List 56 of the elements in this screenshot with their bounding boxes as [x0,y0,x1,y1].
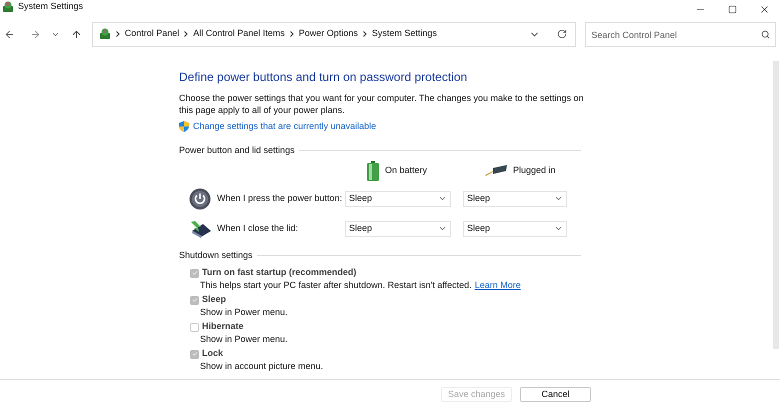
checkbox[interactable] [190,268,199,278]
up-icon[interactable] [70,28,82,40]
cancel-button[interactable]: Cancel [520,386,591,402]
power-icon [189,188,211,210]
refresh-icon[interactable] [557,29,568,39]
shield-icon [179,121,189,132]
intro-text: Choose the power settings that you want for your computer. The changes you make to the settings on this page apply to all of your power plans. [179,92,585,116]
search-field[interactable]: Search Control Panel [585,22,776,47]
option-description: Show in Power menu. [200,332,288,346]
breadcrumb-item[interactable]: System Settings [372,27,437,41]
column-header: On battery [385,164,428,178]
dropdown[interactable]: Sleep [345,220,451,236]
dropdown[interactable]: Sleep [463,220,567,236]
setting-label: When I close the lid: [217,222,300,235]
checkbox-label: Lock [202,347,224,360]
address-bar[interactable]: Control Panel All Control Panel Items Power Options System Settings [92,22,576,46]
control-panel-icon [98,28,111,40]
breadcrumb-item[interactable]: Control Panel [124,27,180,41]
option-description: Show in Power menu. [200,306,288,319]
chevron-icon [362,31,367,37]
breadcrumb-item[interactable]: All Control Panel Items [193,27,285,41]
dropdown[interactable]: Sleep [345,190,451,206]
search-icon[interactable] [761,30,770,38]
chevron-icon [438,194,447,203]
app-icon [2,0,14,12]
checkbox[interactable] [190,350,199,358]
chevron-icon [116,31,120,37]
section-title: Power button and lid settings [179,144,295,157]
section-title: Shutdown settings [179,249,253,262]
window-title: System Settings [18,0,84,13]
checkbox[interactable] [190,322,199,332]
learn-more-link[interactable]: Learn More [474,278,521,292]
setting-label: When I press the power button: [217,192,344,205]
change-settings-link[interactable]: Change settings that are currently unavailable [193,120,376,134]
back-icon[interactable] [4,28,15,40]
plug-icon [485,165,507,177]
chevron-icon [290,31,294,37]
option-description: This helps start your PC faster after shutdown. Restart isn't affected. [200,278,472,292]
breadcrumb-item[interactable]: Power Options [298,27,358,41]
laptop-icon [189,218,213,238]
option-description: Show in account picture menu. [200,360,324,373]
page-heading: Define power buttons and turn on password protection [179,69,468,86]
checkbox-label: Turn on fast startup (recommended) [202,266,356,280]
chevron-icon [554,224,563,233]
battery-icon [367,161,379,181]
checkbox[interactable] [190,296,199,304]
column-header: Plugged in [513,164,556,178]
forward-icon[interactable] [30,28,41,40]
maximize-icon[interactable] [728,5,737,14]
checkbox-label: Hibernate [202,320,244,334]
checkbox-label: Sleep [202,293,226,306]
chevron-icon [438,224,447,233]
chevron-icon [184,31,188,37]
close-icon[interactable] [759,4,770,15]
chevron-icon [554,194,563,203]
dropdown[interactable]: Sleep [463,190,567,206]
